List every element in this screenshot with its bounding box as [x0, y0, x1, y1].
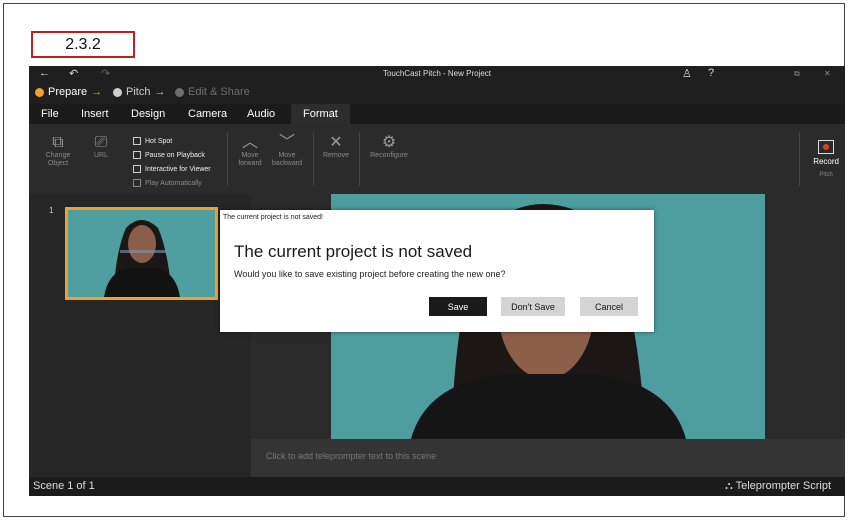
- close-icon[interactable]: ✕: [824, 69, 831, 78]
- dialog-message: Would you like to save existing project …: [234, 269, 506, 279]
- url-icon: ⎚: [94, 134, 108, 151]
- reconfigure-label: Reconfigure: [370, 152, 408, 159]
- checkbox-icon: [133, 165, 141, 173]
- change-object-icon: ⧉: [52, 134, 64, 151]
- cancel-button[interactable]: Cancel: [580, 297, 638, 316]
- status-dot-icon: [113, 87, 122, 97]
- remove-button[interactable]: ✕ Remove: [319, 134, 353, 160]
- chevron-up-icon: ︿: [241, 134, 258, 151]
- workflow-step-label: Pitch: [126, 86, 151, 98]
- menu-file[interactable]: File: [41, 108, 59, 120]
- record-label: Record: [813, 157, 839, 166]
- title-bar: ← ↶ ↷ TouchCast Pitch - New Project ♙ ? …: [29, 66, 845, 82]
- checkbox-label: Pause on Playback: [145, 151, 205, 159]
- close-icon: ✕: [329, 134, 343, 151]
- chevron-down-icon: ﹀: [278, 134, 295, 151]
- arrow-right-icon: →: [154, 86, 166, 98]
- workflow-step-label: Edit & Share: [188, 86, 250, 98]
- teleprompter-script-button[interactable]: ⛬ Teleprompter Script: [725, 480, 831, 493]
- checkbox-label: Hot Spot: [145, 137, 173, 145]
- dialog-title: The current project is not saved: [234, 242, 473, 261]
- checkbox-play-automatically[interactable]: Play Automatically: [133, 176, 211, 190]
- restore-icon[interactable]: ⧉: [794, 69, 800, 79]
- menu-camera[interactable]: Camera: [188, 108, 227, 120]
- remove-label: Remove: [322, 152, 350, 159]
- checkbox-icon: [133, 151, 141, 159]
- unsaved-project-dialog: The current project is not saved! The cu…: [220, 210, 654, 332]
- thumbnail-image: [68, 210, 215, 297]
- ribbon-divider: [313, 132, 314, 186]
- checkbox-pause-on-playback[interactable]: Pause on Playback: [133, 148, 211, 162]
- checkbox-hot-spot[interactable]: Hot Spot: [133, 134, 211, 148]
- scene-count: Scene 1 of 1: [33, 480, 95, 492]
- menu-insert[interactable]: Insert: [81, 108, 109, 120]
- workflow-bar: Prepare → Pitch → Edit & Share: [29, 82, 845, 104]
- save-button[interactable]: Save: [429, 297, 487, 316]
- ribbon: ⧉ Change Object ⎚ URL Hot Spot Pause on …: [29, 124, 845, 194]
- record-icon: [818, 140, 835, 154]
- menu-bar: File Insert Design Camera Audio Format: [29, 104, 845, 124]
- move-forward-button[interactable]: ︿ Move forward: [233, 134, 267, 168]
- status-bar: Scene 1 of 1 ⛬ Teleprompter Script: [29, 477, 845, 496]
- window-title: TouchCast Pitch - New Project: [382, 69, 492, 78]
- teleprompter-icon: ⛬: [725, 480, 733, 492]
- scenes-panel: 1: [29, 194, 251, 477]
- ribbon-divider: [799, 132, 800, 186]
- status-dot-icon: [175, 87, 184, 97]
- ribbon-group-label: Pitch: [819, 172, 833, 178]
- workflow-step-label: Prepare: [48, 86, 88, 98]
- dont-save-button[interactable]: Don't Save: [501, 297, 565, 316]
- url-label: URL: [93, 152, 108, 159]
- checkbox-label: Play Automatically: [145, 179, 202, 187]
- ribbon-divider: [227, 132, 228, 186]
- help-icon[interactable]: ?: [708, 67, 714, 79]
- arrow-right-icon: →: [91, 86, 103, 98]
- workflow-step-pitch[interactable]: Pitch →: [113, 86, 165, 98]
- menu-format[interactable]: Format: [291, 104, 350, 124]
- dialog-caption: The current project is not saved!: [223, 214, 323, 221]
- teleprompter-script-label: Teleprompter Script: [735, 480, 831, 492]
- workflow-step-edit-share[interactable]: Edit & Share: [175, 86, 250, 98]
- reconfigure-button[interactable]: ⚙ Reconfigure: [365, 134, 413, 160]
- scene-thumbnail[interactable]: [65, 207, 218, 300]
- menu-audio[interactable]: Audio: [247, 108, 275, 120]
- change-object-label: Change Object: [45, 152, 71, 167]
- reconfigure-icon: ⚙: [381, 134, 397, 151]
- url-button[interactable]: ⎚ URL: [89, 134, 113, 160]
- teleprompter-input[interactable]: Click to add teleprompter text to this s…: [251, 439, 845, 477]
- checkbox-icon: [133, 137, 141, 145]
- workflow-step-prepare[interactable]: Prepare →: [35, 86, 102, 98]
- checkbox-group: Hot Spot Pause on Playback Interactive f…: [133, 134, 211, 190]
- checkbox-icon: [133, 179, 141, 187]
- status-dot-icon: [35, 87, 44, 97]
- step-label: 2.3.2: [31, 31, 135, 58]
- checkbox-label: Interactive for Viewer: [145, 165, 211, 173]
- move-forward-label: Move forward: [238, 152, 262, 167]
- change-object-button[interactable]: ⧉ Change Object: [41, 134, 75, 168]
- ribbon-divider: [359, 132, 360, 186]
- menu-design[interactable]: Design: [131, 108, 165, 120]
- move-backward-label: Move backward: [272, 152, 302, 167]
- scene-number: 1: [49, 206, 54, 215]
- checkbox-interactive-for-viewer[interactable]: Interactive for Viewer: [133, 162, 211, 176]
- teleprompter-placeholder: Click to add teleprompter text to this s…: [266, 451, 437, 461]
- user-icon[interactable]: ♙: [682, 67, 692, 80]
- record-button[interactable]: Record Pitch: [813, 140, 839, 178]
- move-backward-button[interactable]: ﹀ Move backward: [269, 134, 305, 168]
